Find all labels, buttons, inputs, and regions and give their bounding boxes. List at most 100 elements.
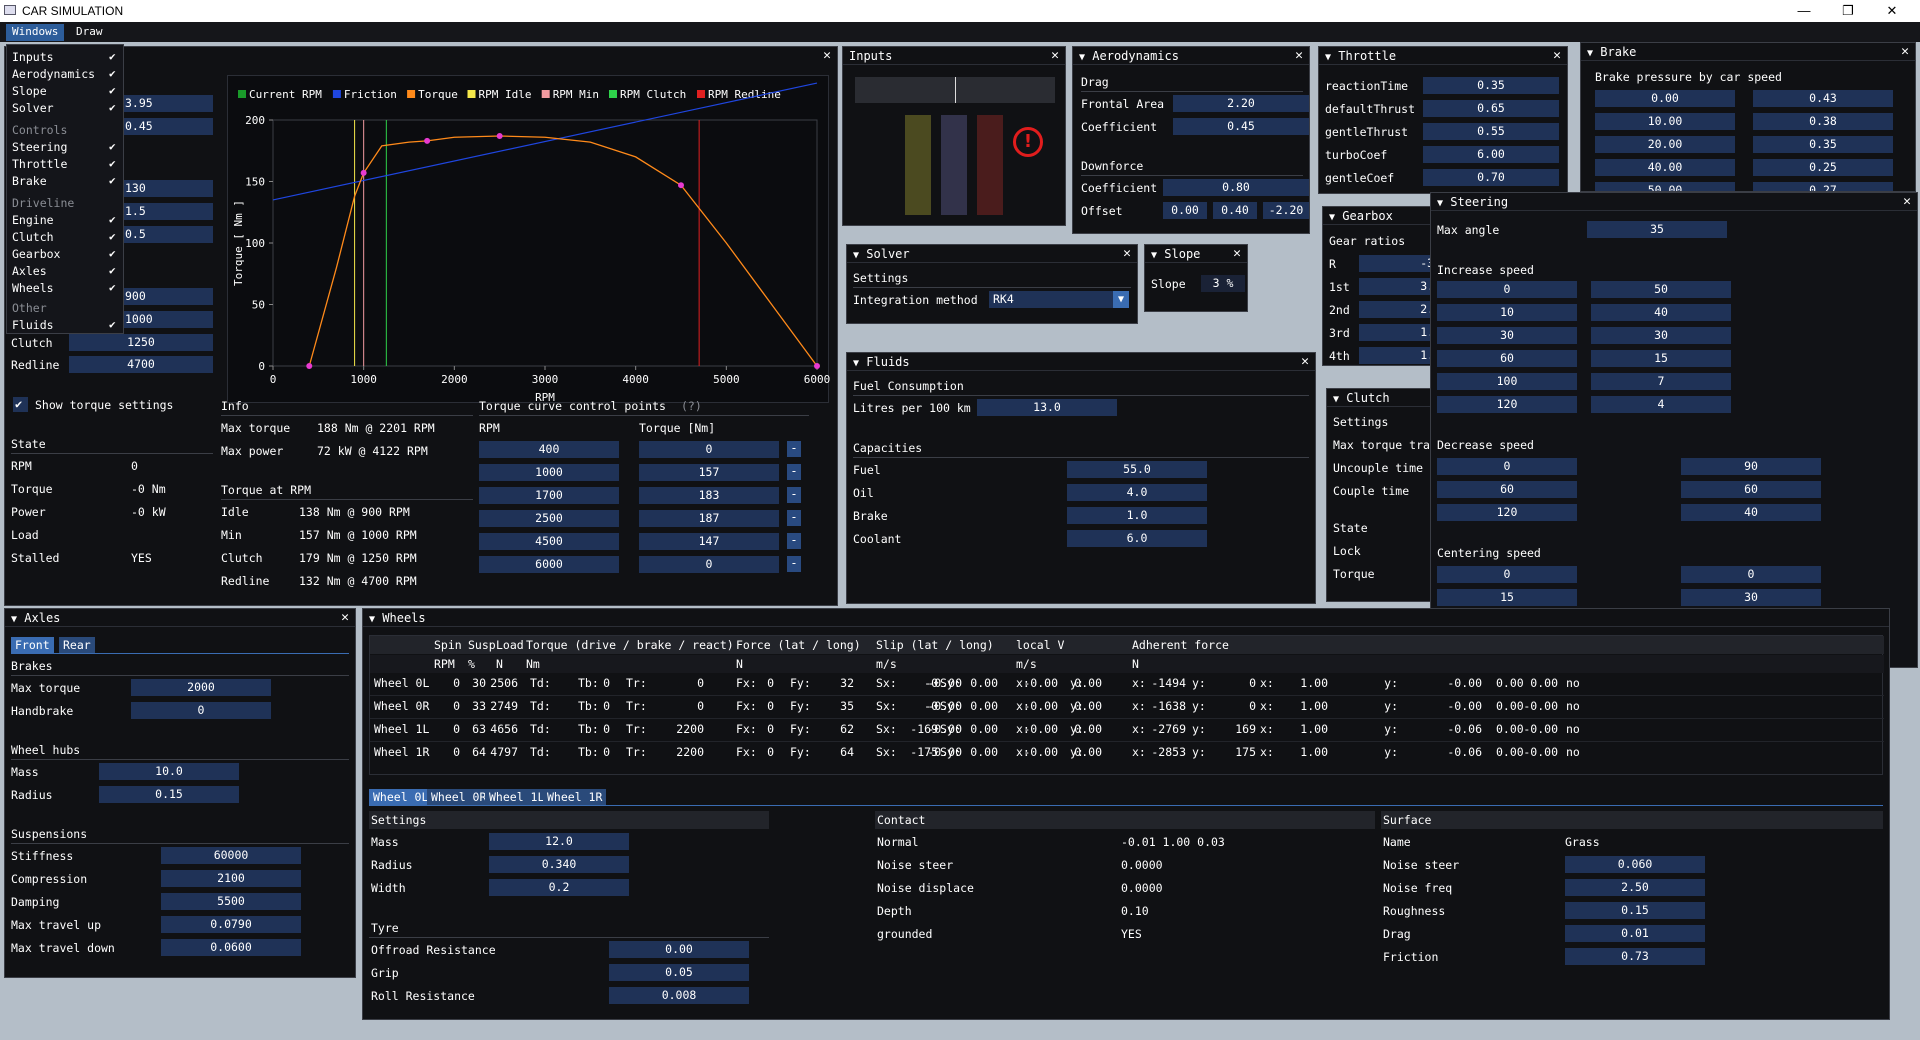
decrease-rate-field[interactable]: 60 [1681,481,1821,498]
offset-z-field[interactable]: -2.20 [1263,202,1309,219]
capacity-field[interactable]: 4.0 [1067,484,1207,501]
centering-speed-field[interactable]: 15 [1437,589,1577,606]
increase-rate-field[interactable]: 4 [1591,396,1731,413]
collapse-icon[interactable]: ▼ [853,358,859,369]
wheel-setting-field[interactable]: 12.0 [489,833,629,850]
engine-field-6[interactable]: 900 [123,288,213,305]
minimize-icon[interactable]: — [1782,0,1826,22]
menu-item-gearbox[interactable]: Gearbox [12,247,60,261]
slope-field[interactable]: 3 % [1201,275,1245,292]
throttle-field[interactable]: 6.00 [1423,146,1559,163]
wheel-setting-field[interactable]: 0.340 [489,856,629,873]
tcp-torque-field[interactable]: 187 [639,510,779,527]
tcp-rpm-field[interactable]: 1700 [479,487,619,504]
collapse-icon[interactable]: ▼ [369,614,375,625]
surface-field[interactable]: 2.50 [1565,879,1705,896]
close-icon[interactable]: ✕ [1295,47,1303,65]
susp-field[interactable]: 60000 [161,847,301,864]
down-coef-field[interactable]: 0.80 [1163,179,1309,196]
collapse-icon[interactable]: ▼ [1325,52,1331,63]
engine-field-3[interactable]: 130 [123,180,213,197]
collapse-icon[interactable]: ▼ [1329,212,1335,223]
remove-point-button[interactable]: - [787,464,801,480]
close-icon[interactable]: ✕ [1301,353,1309,371]
engine-field-1[interactable]: 3.95 [123,95,213,112]
decrease-speed-field[interactable]: 0 [1437,458,1577,475]
offset-y-field[interactable]: 0.40 [1213,202,1257,219]
max-torque-field[interactable]: 2000 [131,679,271,696]
restore-icon[interactable]: ❐ [1826,0,1870,22]
surface-field[interactable]: 0.73 [1565,948,1705,965]
increase-speed-field[interactable]: 60 [1437,350,1577,367]
increase-rate-field[interactable]: 40 [1591,304,1731,321]
increase-speed-field[interactable]: 120 [1437,396,1577,413]
brake-speed-field[interactable]: 20.00 [1595,136,1735,153]
tcp-rpm-field[interactable]: 6000 [479,556,619,573]
offset-x-field[interactable]: 0.00 [1163,202,1207,219]
tcp-rpm-field[interactable]: 2500 [479,510,619,527]
tcp-rpm-field[interactable]: 4500 [479,533,619,550]
hub-radius-field[interactable]: 0.15 [99,786,239,803]
remove-point-button[interactable]: - [787,533,801,549]
collapse-icon[interactable]: ▼ [1151,250,1157,261]
hub-mass-field[interactable]: 10.0 [99,763,239,780]
menu-item-steering[interactable]: Steering [12,140,67,154]
close-icon[interactable]: ✕ [1123,245,1131,263]
capacity-field[interactable]: 6.0 [1067,530,1207,547]
surface-field[interactable]: 0.01 [1565,925,1705,942]
integration-method-select[interactable]: RK4 [989,291,1129,308]
brake-pressure-field[interactable]: 0.25 [1753,159,1893,176]
frontal-area-field[interactable]: 2.20 [1173,95,1309,112]
increase-rate-field[interactable]: 30 [1591,327,1731,344]
remove-point-button[interactable]: - [787,510,801,526]
menu-item-axles[interactable]: Axles [12,264,47,278]
tyre-field[interactable]: 0.00 [609,941,749,958]
brake-pressure-field[interactable]: 0.35 [1753,136,1893,153]
collapse-icon[interactable]: ▼ [11,614,17,625]
collapse-icon[interactable]: ▼ [1333,394,1339,405]
close-icon[interactable]: ✕ [1233,245,1241,263]
close-icon[interactable]: ✕ [1901,43,1909,61]
susp-field[interactable]: 0.0600 [161,939,301,956]
engine-field-7[interactable]: 1000 [123,311,213,328]
show-torque-checkbox[interactable] [13,397,28,412]
increase-speed-field[interactable]: 30 [1437,327,1577,344]
surface-field[interactable]: 0.15 [1565,902,1705,919]
collapse-icon[interactable]: ▼ [1079,52,1085,63]
wheel-setting-field[interactable]: 0.2 [489,879,629,896]
help-marker[interactable]: (?) [681,399,702,413]
tab-wheel-0r[interactable]: Wheel 0R [427,789,491,805]
menu-item-fluids[interactable]: Fluids [12,318,54,332]
close-icon[interactable]: ✕ [1051,47,1059,65]
decrease-rate-field[interactable]: 90 [1681,458,1821,475]
tcp-torque-field[interactable]: 0 [639,441,779,458]
menu-draw[interactable]: Draw [70,24,109,41]
centering-rate-field[interactable]: 0 [1681,566,1821,583]
menu-item-slope[interactable]: Slope [12,84,47,98]
menu-item-brake[interactable]: Brake [12,174,47,188]
susp-field[interactable]: 5500 [161,893,301,910]
susp-field[interactable]: 2100 [161,870,301,887]
decrease-speed-field[interactable]: 120 [1437,504,1577,521]
clutch-rpm-field[interactable]: 1250 [69,334,213,351]
brake-speed-field[interactable]: 50.00 [1595,182,1735,191]
throttle-field[interactable]: 0.35 [1423,77,1559,94]
decrease-speed-field[interactable]: 60 [1437,481,1577,498]
engine-field-5[interactable]: 0.5 [123,226,213,243]
chevron-down-icon[interactable]: ▼ [1113,291,1129,308]
remove-point-button[interactable]: - [787,441,801,457]
susp-field[interactable]: 0.0790 [161,916,301,933]
menu-item-clutch[interactable]: Clutch [12,230,54,244]
tcp-torque-field[interactable]: 157 [639,464,779,481]
menu-item-solver[interactable]: Solver [12,101,54,115]
tcp-torque-field[interactable]: 183 [639,487,779,504]
tyre-field[interactable]: 0.05 [609,964,749,981]
increase-speed-field[interactable]: 10 [1437,304,1577,321]
redline-field[interactable]: 4700 [69,356,213,373]
capacity-field[interactable]: 1.0 [1067,507,1207,524]
max-angle-field[interactable]: 35 [1587,221,1727,238]
close-icon[interactable]: ✕ [341,609,349,627]
brake-pressure-field[interactable]: 0.43 [1753,90,1893,107]
capacity-field[interactable]: 55.0 [1067,461,1207,478]
menu-item-throttle[interactable]: Throttle [12,157,67,171]
